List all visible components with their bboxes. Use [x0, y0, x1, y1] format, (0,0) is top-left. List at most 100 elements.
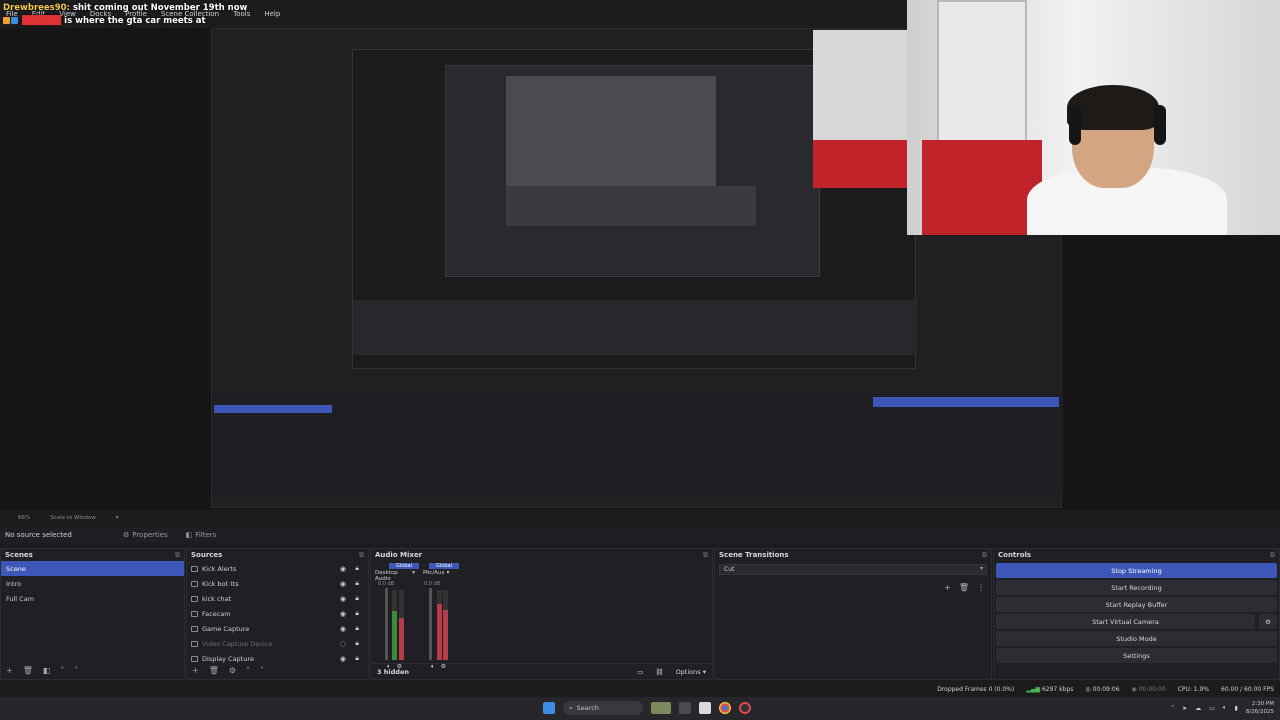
- hidden-count[interactable]: 3 hidden: [377, 668, 409, 676]
- down-icon[interactable]: ˅: [260, 666, 264, 675]
- add-icon[interactable]: +: [6, 666, 13, 675]
- lock-icon[interactable]: 🔒︎: [355, 654, 359, 663]
- chevron-up-icon[interactable]: ˄: [1171, 705, 1174, 712]
- lock-icon[interactable]: 🔒︎: [355, 609, 359, 618]
- lock-icon[interactable]: 🔒︎: [355, 564, 359, 573]
- scene-item[interactable]: Intro: [1, 576, 184, 591]
- scene-item[interactable]: Full Cam: [1, 591, 184, 606]
- controls-dock: Controls ⧉ Stop Streaming Start Recordin…: [993, 548, 1280, 680]
- sources-dock: Sources ⧉ Kick Alerts ◉ 🔒︎ Kick bot tts ◉ 🔒︎…: [186, 548, 369, 680]
- task-view-icon[interactable]: [679, 702, 691, 714]
- trash-icon[interactable]: 🗑: [209, 666, 219, 675]
- properties-label: Properties: [132, 531, 168, 539]
- options-label: Options: [675, 667, 701, 676]
- source-item[interactable]: Display Capture ◉ 🔒︎: [187, 651, 368, 666]
- eye-icon[interactable]: ◉: [340, 625, 346, 633]
- transition-toolbar: + 🗑 ⋮: [944, 583, 985, 592]
- dock-float-icon[interactable]: ⧉: [982, 551, 987, 559]
- settings-button[interactable]: Settings: [996, 648, 1277, 663]
- scale-mode[interactable]: Scale to Window: [50, 515, 96, 521]
- scene-item[interactable]: Scene: [1, 561, 184, 576]
- battery-icon[interactable]: ▮: [1234, 705, 1237, 712]
- layout-icon[interactable]: ▭: [637, 668, 643, 676]
- source-item[interactable]: Kick Alerts ◉ 🔒︎: [187, 561, 368, 576]
- chevron-down-icon[interactable]: ▾: [116, 515, 119, 521]
- volume-fader[interactable]: [429, 588, 432, 660]
- dock-float-icon[interactable]: ⧉: [175, 551, 180, 559]
- start-recording-button[interactable]: Start Recording: [996, 580, 1277, 595]
- properties-button[interactable]: ⚙ Properties: [123, 531, 168, 539]
- options-dropdown[interactable]: Options ▾: [676, 668, 706, 676]
- source-label: Kick bot tts: [202, 579, 239, 588]
- global-badge: Global: [389, 563, 419, 569]
- scene-transitions-dock: Scene Transitions ⧉ Cut + 🗑 ⋮: [714, 548, 992, 680]
- windows-start-icon[interactable]: [543, 702, 555, 714]
- start-virtual-camera-button[interactable]: Start Virtual Camera: [996, 614, 1255, 629]
- add-icon[interactable]: +: [192, 666, 199, 675]
- down-icon[interactable]: ˅: [74, 666, 78, 675]
- source-item[interactable]: Facecam ◉ 🔒︎: [187, 606, 368, 621]
- source-item[interactable]: Kick bot tts ◉ 🔒︎: [187, 576, 368, 591]
- widget-icon[interactable]: [651, 702, 671, 714]
- source-item[interactable]: kick chat ◉ 🔒︎: [187, 591, 368, 606]
- eye-icon[interactable]: ◉: [340, 580, 346, 588]
- dock-float-icon[interactable]: ⧉: [703, 551, 708, 559]
- eye-icon[interactable]: ◉: [340, 595, 346, 603]
- volume-fader[interactable]: [385, 588, 388, 660]
- channel-name[interactable]: Mic/Aux ▾: [423, 570, 463, 576]
- clock[interactable]: 2:30 PM 8/26/2025: [1246, 700, 1274, 716]
- chevron-down-icon: ▾: [446, 570, 450, 576]
- stream-time-value: 00:09:06: [1092, 685, 1120, 693]
- gear-icon[interactable]: ⚙: [1259, 614, 1277, 629]
- eye-icon[interactable]: ◉: [340, 565, 346, 573]
- lock-icon[interactable]: 🔒︎: [355, 579, 359, 588]
- obs-icon[interactable]: [739, 702, 751, 714]
- taskbar-search[interactable]: ⌕ Search: [563, 701, 643, 715]
- up-icon[interactable]: ˄: [246, 666, 250, 675]
- stop-streaming-button[interactable]: Stop Streaming: [996, 563, 1277, 578]
- filter-icon[interactable]: ◧: [43, 666, 51, 675]
- chrome-icon[interactable]: [719, 702, 731, 714]
- volume-icon[interactable]: 🔈︎: [1223, 704, 1227, 712]
- signal-icon: ▂▄▆: [1026, 685, 1041, 693]
- dock-toolbar: + 🗑 ◧ ˄ ˅: [6, 666, 78, 675]
- network-icon[interactable]: ▭: [1209, 705, 1215, 712]
- context-bar: No source selected ⚙ Properties ◧ Filter…: [0, 527, 1280, 543]
- menu-help[interactable]: Help: [264, 10, 280, 24]
- mixer-footer: 3 hidden ▭ ⛓ Options ▾: [371, 663, 712, 679]
- add-icon[interactable]: +: [944, 583, 951, 592]
- link-icon[interactable]: ⛓: [655, 668, 663, 676]
- source-item[interactable]: Video Capture Device ◌ 🔒︎: [187, 636, 368, 651]
- cpu-usage: CPU: 1.9%: [1177, 685, 1210, 693]
- eye-icon[interactable]: ◉: [340, 655, 346, 663]
- eye-off-icon[interactable]: ◌: [340, 640, 346, 648]
- zoom-level[interactable]: 66%: [18, 515, 30, 521]
- studio-mode-button[interactable]: Studio Mode: [996, 631, 1277, 646]
- source-item[interactable]: Game Capture ◉ 🔒︎: [187, 621, 368, 636]
- lock-icon[interactable]: 🔒︎: [355, 624, 359, 633]
- windows-taskbar: ⌕ Search ˄ ➤ ☁ ▭ 🔈︎ ▮ 2:30 PM 8/26/2025: [0, 697, 1280, 720]
- stream-icon: ◎: [1085, 685, 1091, 693]
- eye-icon[interactable]: ◉: [340, 610, 346, 618]
- lock-icon[interactable]: 🔒︎: [355, 639, 359, 648]
- gear-icon[interactable]: ⚙: [229, 666, 236, 675]
- source-label: Game Capture: [202, 624, 250, 633]
- trash-icon[interactable]: 🗑: [959, 583, 969, 592]
- nested-docks-2: [353, 300, 917, 355]
- dock-float-icon[interactable]: ⧉: [1270, 551, 1275, 559]
- chat-message: shit coming out November 19th now: [72, 3, 248, 13]
- start-replay-buffer-button[interactable]: Start Replay Buffer: [996, 597, 1277, 612]
- up-icon[interactable]: ˄: [60, 666, 64, 675]
- onedrive-icon[interactable]: ☁: [1195, 705, 1201, 712]
- transition-select[interactable]: Cut: [719, 564, 987, 575]
- source-label: Video Capture Device: [202, 639, 273, 648]
- lock-icon[interactable]: 🔒︎: [355, 594, 359, 603]
- more-icon[interactable]: ⋮: [977, 583, 985, 592]
- scenes-dock: Scenes ⧉ Scene Intro Full Cam + 🗑 ◧ ˄ ˅: [0, 548, 185, 680]
- location-icon[interactable]: ➤: [1182, 705, 1187, 712]
- dock-float-icon[interactable]: ⧉: [359, 551, 364, 559]
- trash-icon[interactable]: 🗑: [23, 666, 33, 675]
- filters-button[interactable]: ◧ Filters: [186, 531, 217, 539]
- chat-username-redacted: ██████: [21, 16, 62, 26]
- file-explorer-icon[interactable]: [699, 702, 711, 714]
